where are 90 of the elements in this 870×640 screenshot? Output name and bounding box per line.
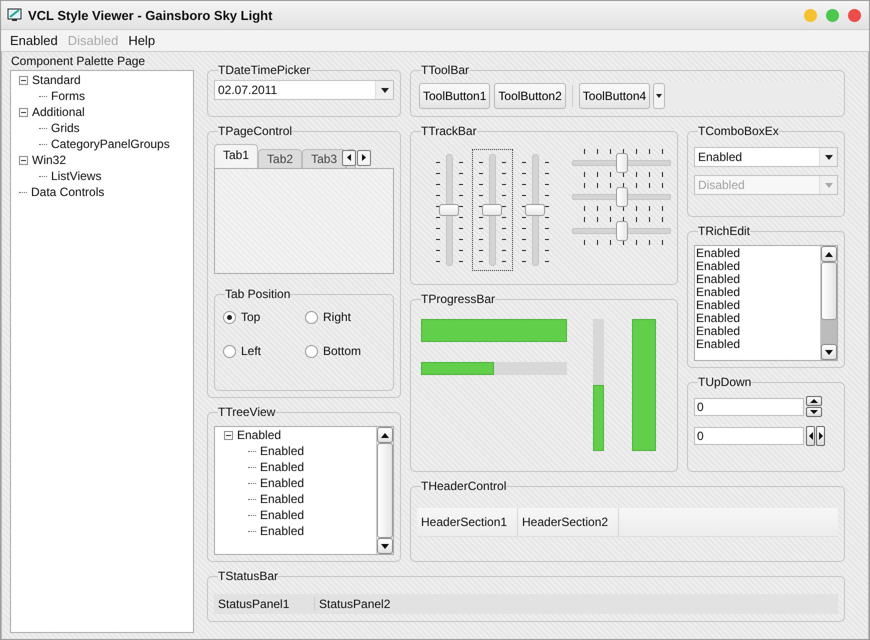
tree-item[interactable]: Enabled [260, 460, 304, 474]
text-line: Enabled [696, 286, 742, 299]
group-title: TProgressBar [421, 293, 496, 305]
group-title: Tab Position [225, 288, 290, 300]
number-field[interactable]: 0 [694, 427, 804, 445]
caret-icon [824, 182, 832, 188]
tree-item[interactable]: Enabled [260, 492, 304, 506]
text-line: Enabled [696, 312, 742, 325]
radio-button[interactable]: Right [305, 310, 387, 324]
caret-icon [824, 154, 832, 160]
tree-item[interactable]: Forms [51, 89, 85, 103]
tree-item[interactable]: Win32 [32, 153, 66, 167]
horizontal-slider[interactable] [572, 217, 671, 245]
tree-item[interactable]: Additional [32, 105, 85, 119]
down-arrow-icon [825, 350, 833, 354]
number-field[interactable]: 0 [694, 398, 804, 416]
spin-buttons[interactable] [806, 396, 822, 417]
group-title: TToolBar [421, 64, 470, 76]
window-title: VCL Style Viewer - Gainsboro Sky Light [28, 8, 272, 22]
left-arrow-icon [347, 154, 352, 161]
right-arrow-icon [818, 432, 822, 440]
toolbar-button[interactable]: ToolButton4 [578, 83, 650, 109]
header-section[interactable]: HeaderSection2 [518, 508, 619, 536]
close-button[interactable] [848, 8, 861, 22]
tree-item[interactable]: Data Controls [31, 185, 104, 199]
group-title: TStatusBar [218, 570, 278, 582]
status-text: StatusPanel2 [318, 597, 392, 611]
collapse-icon[interactable] [19, 108, 28, 116]
tree-item[interactable]: CategoryPanelGroups [51, 137, 170, 151]
radio-button[interactable]: Top [223, 310, 305, 324]
scroll-left-button[interactable] [342, 150, 356, 166]
menu-item[interactable]: Help [123, 33, 160, 48]
tree-item[interactable]: Enabled [260, 508, 304, 522]
radio-button[interactable]: Bottom [305, 344, 387, 358]
text-line: Enabled [696, 247, 742, 260]
group-title: TPageControl [218, 125, 292, 137]
tree-item[interactable]: Grids [51, 121, 80, 135]
scrollbar[interactable] [376, 427, 393, 554]
tab[interactable]: Tab2 [258, 149, 302, 168]
collapse-icon[interactable] [19, 156, 28, 164]
group-title: TTrackBar [421, 125, 477, 137]
toolbar-button[interactable]: ToolButton1 [419, 83, 490, 109]
up-arrow-icon [381, 432, 389, 438]
collapse-icon[interactable] [19, 76, 28, 84]
vertical-slider[interactable] [472, 149, 513, 271]
tree-item[interactable]: Enabled [260, 476, 304, 490]
horizontal-slider[interactable] [572, 183, 671, 211]
scroll-right-button[interactable] [357, 150, 372, 166]
radio-button[interactable]: Left [223, 344, 305, 358]
panel-label: Component Palette Page [10, 53, 146, 70]
group-title: TUpDown [698, 376, 752, 388]
rich-edit[interactable]: Enabled Enabled Enabled Enabled Enabled Enabled Enabled Enabled [694, 245, 838, 361]
status-text: StatusPanel1 [214, 597, 315, 611]
left-arrow-icon [808, 432, 812, 440]
scrollbar[interactable] [820, 246, 837, 360]
group-title: TTreeView [218, 406, 276, 418]
tab[interactable]: Tab1 [214, 144, 258, 168]
spin-buttons[interactable] [806, 426, 825, 446]
up-arrow-icon [810, 399, 818, 403]
tree-item[interactable]: ListViews [51, 169, 102, 183]
tree-item[interactable]: Enabled [260, 524, 304, 538]
text-line: Enabled [696, 273, 742, 286]
toolbar-button[interactable]: ToolButton2 [494, 83, 566, 109]
caret-icon [656, 94, 662, 98]
text-line: Enabled [696, 338, 742, 351]
text-line: Enabled [696, 260, 742, 273]
date-picker[interactable]: 02.07.2011 [214, 80, 394, 100]
group-title: THeaderControl [421, 480, 506, 492]
tree-item[interactable]: Enabled [237, 428, 282, 442]
tree-item[interactable]: Standard [32, 73, 81, 87]
group-title: TComboBoxEx [698, 125, 779, 137]
tree-view[interactable]: Enabled Enabled Enabled Enabled Enabled Enabled Enabled [214, 426, 394, 555]
text-line: Enabled [696, 325, 742, 338]
right-arrow-icon [362, 154, 366, 161]
collapse-icon[interactable] [224, 430, 233, 440]
text-line: Enabled [696, 299, 742, 312]
tab[interactable]: Tab3 [302, 149, 346, 168]
dropdown-button[interactable] [653, 83, 666, 109]
combo-box[interactable]: Enabled [694, 147, 838, 167]
monitor-icon [7, 7, 23, 23]
caret-icon [380, 88, 388, 92]
menu-item[interactable]: Enabled [5, 33, 63, 48]
group-title: TDateTimePicker [218, 64, 310, 76]
group-title: TRichEdit [698, 225, 750, 237]
down-arrow-icon [381, 544, 389, 548]
header-section[interactable]: HeaderSection1 [417, 508, 518, 536]
up-arrow-icon [825, 252, 833, 256]
horizontal-slider[interactable] [572, 149, 671, 177]
down-arrow-icon [810, 410, 818, 414]
tree-item[interactable]: Enabled [260, 444, 304, 458]
